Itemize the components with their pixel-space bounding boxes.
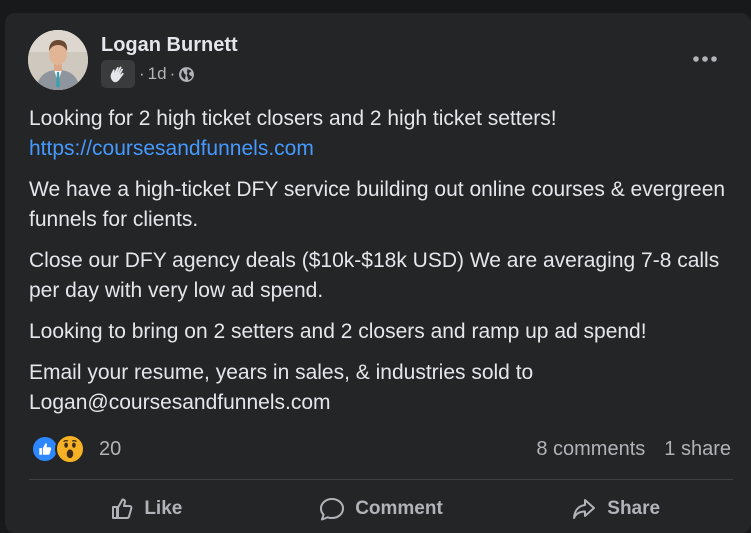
actions-divider [29, 479, 733, 480]
waving-hand-icon[interactable] [101, 60, 135, 88]
comment-button[interactable]: Comment [264, 487, 499, 531]
post-paragraph-2: We have a high-ticket DFY service buildi… [29, 178, 726, 231]
share-button-label: Share [607, 498, 661, 519]
author-name[interactable]: Logan Burnett [101, 33, 238, 57]
reaction-count: 20 [99, 437, 122, 460]
comment-button-label: Comment [355, 498, 443, 519]
post-link[interactable]: https://coursesandfunnels.com [29, 134, 729, 164]
share-arrow-icon [573, 499, 596, 519]
reaction-summary[interactable]: 20 [31, 432, 121, 466]
meta-separator: · [139, 64, 145, 83]
reaction-icons [31, 434, 93, 464]
comments-count-link[interactable]: 8 comments [536, 438, 645, 461]
post-paragraph-1: Looking for 2 high ticket closers and 2 … [29, 104, 729, 164]
post-text-line: Looking for 2 high ticket closers and 2 … [29, 107, 557, 130]
globe-icon[interactable] [178, 66, 195, 83]
more-options-button[interactable] [689, 43, 721, 75]
post-meta: · 1d · [101, 60, 195, 88]
post-card: Logan Burnett · 1d · Looking for 2 high … [5, 13, 751, 533]
post-paragraph-5: Email your resume, years in sales, & ind… [29, 361, 534, 414]
post-paragraph-3: Close our DFY agency deals ($10k-$18k US… [29, 249, 720, 302]
more-dots-icon [693, 56, 717, 62]
thumbs-up-icon [112, 498, 133, 519]
meta-separator-2: · [169, 64, 176, 83]
like-button-label: Like [144, 498, 183, 519]
like-button[interactable]: Like [29, 487, 264, 531]
post-stats: 8 comments 1 share [536, 434, 731, 464]
wow-reaction-icon [55, 434, 85, 464]
shares-count-link[interactable]: 1 share [664, 438, 731, 461]
share-button[interactable]: Share [498, 487, 733, 531]
post-body: Looking for 2 high ticket closers and 2 … [29, 104, 729, 429]
post-actions: Like Comment Share [29, 487, 733, 531]
avatar-photo [28, 30, 88, 90]
author-avatar[interactable] [28, 30, 88, 90]
comment-icon [320, 498, 345, 521]
post-time[interactable]: 1d [148, 64, 167, 84]
post-paragraph-4: Looking to bring on 2 setters and 2 clos… [29, 320, 647, 343]
